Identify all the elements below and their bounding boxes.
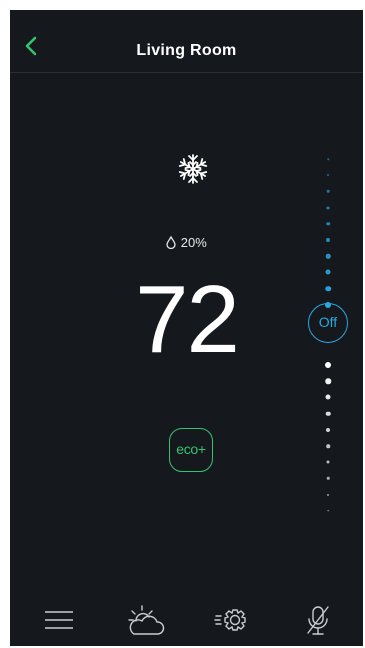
cool-setpoint-dot[interactable]	[327, 174, 329, 177]
heat-setpoint-dot[interactable]	[326, 444, 330, 448]
page-title: Living Room	[136, 42, 237, 59]
heat-setpoint-dot[interactable]	[325, 362, 331, 368]
thermostat-screen: Living Room 20% 72 eco+ Off	[10, 10, 363, 646]
setpoint-slider[interactable]: Off	[306, 145, 350, 512]
cool-setpoint-dot[interactable]	[326, 222, 330, 226]
heat-setpoint-dot[interactable]	[327, 510, 329, 512]
mic-off-icon[interactable]	[303, 604, 333, 636]
weather-icon[interactable]	[125, 604, 167, 636]
header: Living Room	[10, 10, 363, 73]
cool-setpoint-dot[interactable]	[326, 206, 330, 210]
bottom-nav	[10, 590, 363, 646]
heat-setpoint-dot[interactable]	[326, 477, 330, 480]
heat-setpoint-dot[interactable]	[325, 378, 331, 384]
eco-button[interactable]: eco+	[169, 428, 213, 472]
cool-setpoint-dot[interactable]	[325, 285, 331, 292]
settings-icon[interactable]	[214, 604, 250, 636]
heat-setpoint-dot[interactable]	[325, 394, 331, 400]
heat-setpoint-dot[interactable]	[325, 411, 331, 416]
heat-setpoint-dot[interactable]	[327, 493, 329, 496]
heat-setpoint-dot[interactable]	[326, 460, 330, 464]
cool-setpoint-dot[interactable]	[325, 301, 331, 308]
snowflake-icon	[176, 152, 210, 186]
heat-setpoint-dot[interactable]	[326, 427, 330, 432]
droplet-icon	[166, 235, 181, 250]
cool-setpoint-dot[interactable]	[325, 253, 331, 259]
off-button[interactable]: Off	[308, 303, 348, 343]
cool-setpoint-dot[interactable]	[325, 269, 331, 275]
cool-setpoint-dot[interactable]	[327, 158, 329, 160]
cool-setpoint-dot[interactable]	[326, 190, 330, 193]
humidity-value: 20%	[180, 235, 207, 250]
menu-icon[interactable]	[41, 604, 77, 636]
cool-setpoint-dot[interactable]	[326, 238, 330, 242]
